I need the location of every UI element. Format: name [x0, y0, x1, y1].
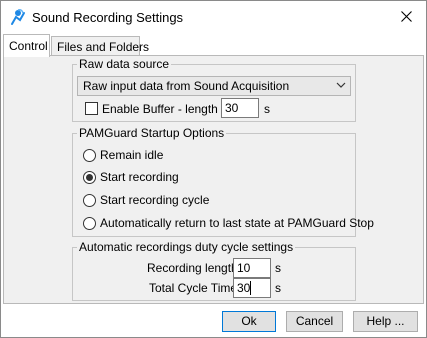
remain-idle-label: Remain idle	[100, 148, 164, 162]
total-cycle-time-field[interactable]: 30	[233, 278, 271, 298]
cancel-button[interactable]: Cancel	[286, 311, 343, 332]
start-recording-cycle-label: Start recording cycle	[100, 193, 210, 207]
close-button[interactable]	[386, 1, 426, 32]
recording-length-unit: s	[275, 261, 281, 275]
startup-options-title: PAMGuard Startup Options	[77, 126, 227, 140]
total-cycle-time-unit: s	[275, 281, 281, 295]
radio-start-recording[interactable]	[83, 171, 96, 184]
enable-buffer-checkbox[interactable]	[85, 102, 98, 115]
radio-auto-return-last-state[interactable]	[83, 217, 96, 230]
recording-length-field[interactable]: 10	[233, 258, 271, 278]
startup-options-group: PAMGuard Startup Options Remain idle Sta…	[72, 126, 374, 237]
total-cycle-time-label: Total Cycle Time	[149, 281, 238, 295]
recording-length-label: Recording length	[147, 261, 238, 275]
raw-data-source-title: Raw data source	[77, 57, 172, 71]
window-title: Sound Recording Settings	[32, 10, 184, 25]
raw-data-source-group: Raw data source Raw input data from Soun…	[72, 57, 356, 122]
tab-files-and-folders[interactable]: Files and Folders	[51, 36, 149, 56]
auto-return-last-state-label: Automatically return to last state at PA…	[100, 216, 374, 230]
title-bar[interactable]: Sound Recording Settings	[1, 1, 426, 33]
text-cursor	[250, 281, 251, 295]
raw-data-source-dropdown[interactable]: Raw input data from Sound Acquisition	[77, 76, 351, 96]
ok-button[interactable]: Ok	[222, 311, 276, 332]
radio-remain-idle[interactable]	[83, 149, 96, 162]
duty-cycle-title: Automatic recordings duty cycle settings	[77, 240, 296, 254]
close-icon	[401, 11, 412, 22]
enable-buffer-label: Enable Buffer - length	[102, 102, 218, 116]
radio-start-recording-cycle[interactable]	[83, 194, 96, 207]
buffer-length-unit: s	[264, 102, 270, 116]
radio-selected-dot	[86, 174, 93, 181]
start-recording-label: Start recording	[100, 170, 179, 184]
raw-data-source-selected: Raw input data from Sound Acquisition	[83, 79, 290, 93]
help-button[interactable]: Help ...	[353, 311, 418, 332]
settings-dialog: Sound Recording Settings Control Files a…	[0, 0, 427, 338]
tab-control[interactable]: Control	[3, 34, 50, 57]
buffer-length-field[interactable]: 30	[221, 98, 259, 118]
tab-bar: Control Files and Folders	[3, 34, 424, 57]
control-tab-panel: Raw data source Raw input data from Soun…	[3, 55, 424, 304]
pamguard-app-icon	[11, 9, 25, 25]
duty-cycle-group: Automatic recordings duty cycle settings…	[72, 240, 356, 301]
chevron-down-icon	[336, 82, 346, 88]
